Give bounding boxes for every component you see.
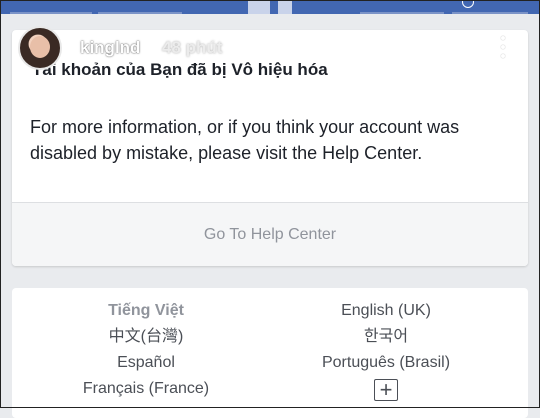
story-username[interactable]: kinglnd bbox=[80, 38, 140, 58]
avatar[interactable] bbox=[18, 26, 62, 70]
language-item-korean[interactable]: 한국어 bbox=[266, 324, 506, 350]
nav-tab-friends[interactable] bbox=[98, 0, 182, 14]
language-item-portuguese-brazil[interactable]: Português (Brasil) bbox=[266, 350, 506, 376]
language-item-english-uk[interactable]: English (UK) bbox=[266, 298, 506, 324]
language-item-vietnamese[interactable]: Tiếng Việt bbox=[26, 298, 266, 324]
account-disabled-card: Tài khoản của Bạn đã bị Vô hiệu hóa For … bbox=[12, 30, 528, 266]
more-languages-button[interactable]: + bbox=[374, 378, 398, 401]
story-timestamp: 48 phút bbox=[162, 38, 223, 57]
card-message: For more information, or if you think yo… bbox=[30, 117, 460, 163]
language-column-left: Tiếng Việt 中文(台灣) Español Français (Fran… bbox=[26, 298, 266, 402]
language-column-right: English (UK) 한국어 Português (Brasil) + bbox=[266, 298, 506, 402]
nav-tab-active[interactable] bbox=[248, 0, 270, 14]
language-selector: Tiếng Việt 中文(台灣) Español Français (Fran… bbox=[12, 288, 528, 418]
go-to-help-center-button[interactable]: Go To Help Center bbox=[204, 226, 336, 244]
card-footer: Go To Help Center bbox=[12, 203, 528, 266]
language-item-french[interactable]: Français (France) bbox=[26, 376, 266, 402]
language-item-spanish[interactable]: Español bbox=[26, 350, 266, 376]
language-item-chinese-taiwan[interactable]: 中文(台灣) bbox=[26, 324, 266, 350]
more-languages-row: + bbox=[266, 376, 506, 402]
nav-tab-notifications[interactable] bbox=[360, 0, 444, 14]
card-title: Tài khoản của Bạn đã bị Vô hiệu hóa bbox=[32, 60, 328, 79]
nav-tab-active-secondary[interactable] bbox=[278, 0, 292, 14]
more-options-icon[interactable] bbox=[498, 36, 508, 62]
nav-tab-home[interactable] bbox=[10, 0, 92, 14]
top-navigation-bar bbox=[0, 0, 540, 14]
